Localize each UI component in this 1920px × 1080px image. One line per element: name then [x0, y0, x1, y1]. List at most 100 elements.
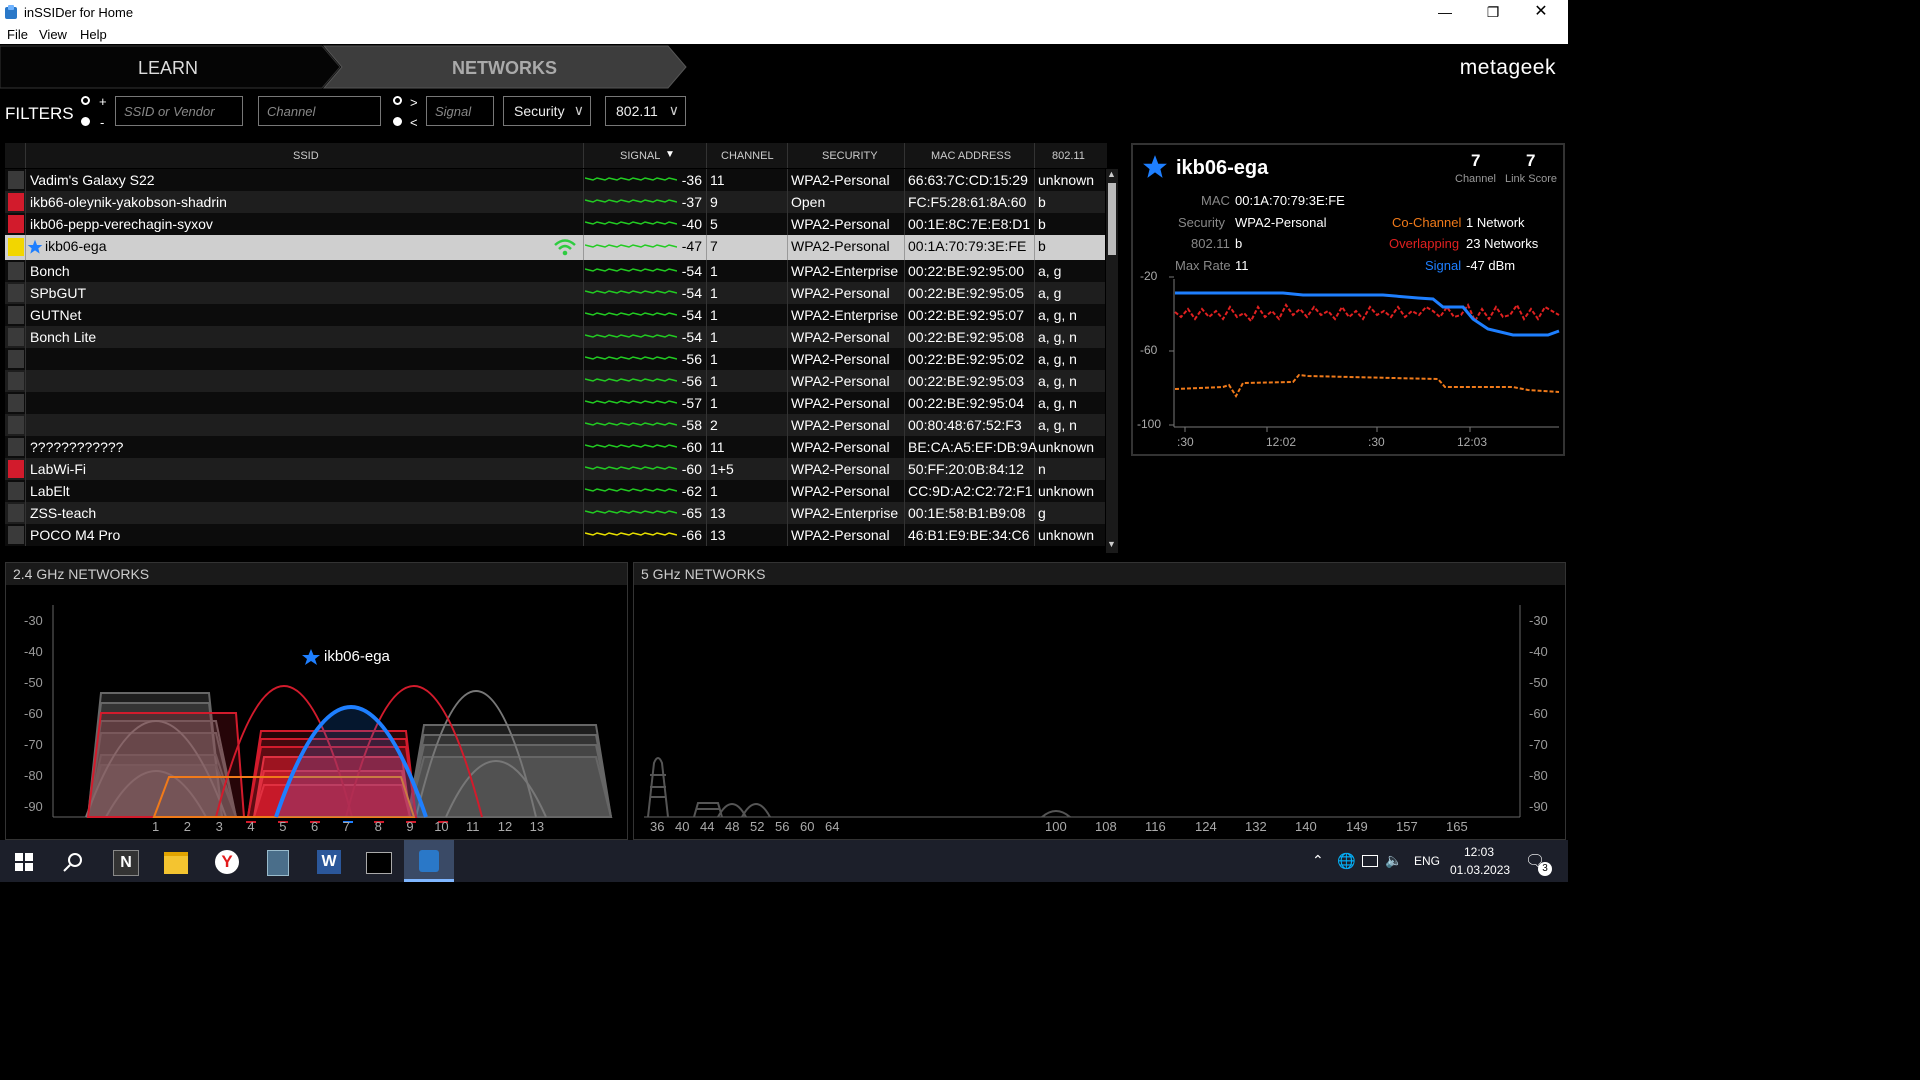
menu-file[interactable]: File	[7, 27, 28, 42]
signal-input[interactable]: Signal	[426, 96, 494, 126]
globe-icon[interactable]: 🌐	[1337, 852, 1356, 870]
inssider-taskbar-button[interactable]	[404, 840, 454, 882]
network-detail-panel: ikb06-ega 7 Channel 7 Link Score MAC 00:…	[1131, 143, 1565, 456]
menu-help[interactable]: Help	[80, 27, 107, 42]
table-row[interactable]: ???????????? -60 11 WPA2-Personal BE:CA:A5:E…	[5, 436, 1105, 458]
chevron-up-icon[interactable]: ⌃	[1312, 852, 1324, 869]
table-row[interactable]: Bonch -54 1 WPA2-Enterprise 00:22:BE:92:95:0…	[5, 260, 1105, 282]
col-security[interactable]: SECURITY	[822, 150, 878, 162]
tab-learn[interactable]: LEARN	[138, 58, 198, 79]
band-24-ytick: -90	[24, 799, 43, 814]
network-color-swatch	[8, 284, 24, 302]
band-5-xtick: 108	[1095, 819, 1117, 834]
mac-cell: FC:F5:28:61:8A:60	[908, 194, 1027, 210]
close-button[interactable]: ✕	[1518, 0, 1564, 24]
dot11-cell: a, g, n	[1038, 329, 1077, 345]
channel-cell: 1+5	[710, 461, 734, 477]
taskbar: N Y W ⌃ 🌐 🔈 ENG 12:03 01.03.2023 🗨 3	[0, 840, 1568, 882]
table-scrollbar[interactable]: ▲ ▼	[1106, 169, 1118, 553]
mac-cell: 00:1E:8C:7E:E8:D1	[908, 216, 1031, 232]
table-row[interactable]: Vadim's Galaxy S22 -36 11 WPA2-Personal 66:6…	[5, 169, 1105, 191]
signal-sparkline	[585, 378, 677, 382]
col-dot11[interactable]: 802.11	[1052, 150, 1085, 162]
signal-cell: -56	[681, 351, 702, 367]
table-row[interactable]: POCO M4 Pro -66 13 WPA2-Personal 46:B1:E9:BE…	[5, 524, 1105, 546]
col-channel[interactable]: CHANNEL	[721, 150, 774, 162]
band-5-ytick: -40	[1529, 644, 1548, 659]
file-explorer-icon[interactable]	[164, 852, 188, 874]
word-icon[interactable]: W	[317, 850, 341, 874]
ssid-include-radio[interactable]	[81, 96, 90, 105]
col-ssid[interactable]: SSID	[293, 150, 319, 162]
security-cell: WPA2-Personal	[791, 172, 890, 188]
maximize-button[interactable]: ❐	[1470, 0, 1516, 24]
table-row[interactable]: LabElt -62 1 WPA2-Personal CC:9D:A2:C2:72:F1…	[5, 480, 1105, 502]
clock-time[interactable]: 12:03	[1464, 845, 1494, 859]
network-color-swatch	[8, 262, 24, 280]
col-mac[interactable]: MAC ADDRESS	[931, 150, 1011, 162]
lt-label: <	[410, 115, 418, 130]
band-24-panel: 2.4 GHz NETWORKS ikb06-ega -30 -40 -50 -…	[5, 562, 628, 840]
band-5-xtick: 44	[700, 819, 715, 834]
col-signal[interactable]: SIGNAL	[620, 150, 660, 162]
table-row[interactable]: -56 1 WPA2-Personal 00:22:BE:92:95:02 a, g, …	[5, 348, 1105, 370]
detail-linkscore-label: Link Score	[1505, 173, 1557, 185]
table-row[interactable]: ikb06-ega -47 7 WPA2-Personal 00:1A:70:79:3E…	[5, 235, 1105, 260]
terminal-icon[interactable]	[366, 852, 392, 874]
table-row[interactable]: ZSS-teach -65 13 WPA2-Enterprise 00:1E:58:B1…	[5, 502, 1105, 524]
table-header: SSID SIGNAL ▼ CHANNEL SECURITY MAC ADDRE…	[5, 143, 1107, 168]
network-color-swatch	[8, 238, 24, 256]
table-row[interactable]: -58 2 WPA2-Personal 00:80:48:67:52:F3 a, g, …	[5, 414, 1105, 436]
minimize-button[interactable]: —	[1422, 0, 1468, 24]
notion-icon[interactable]: N	[113, 850, 139, 876]
signal-lt-radio[interactable]	[393, 117, 402, 126]
channel-input[interactable]: Channel	[258, 96, 381, 126]
battery-icon[interactable]	[1362, 855, 1378, 867]
tab-networks[interactable]: NETWORKS	[452, 58, 557, 79]
security-cell: WPA2-Personal	[791, 329, 890, 345]
active-indicator	[404, 879, 454, 882]
band-5-ytick: -30	[1529, 613, 1548, 628]
table-row[interactable]: -56 1 WPA2-Personal 00:22:BE:92:95:03 a, g, …	[5, 370, 1105, 392]
dot11-dropdown[interactable]: 802.11 ∨	[605, 96, 686, 126]
search-icon[interactable]	[63, 852, 83, 872]
signal-sparkline	[585, 290, 677, 294]
detail-mac: 00:1A:70:79:3E:FE	[1235, 193, 1345, 208]
table-row[interactable]: -57 1 WPA2-Personal 00:22:BE:92:95:04 a, g, …	[5, 392, 1105, 414]
table-row[interactable]: ikb66-oleynik-yakobson-shadrin -37 9 Open FC…	[5, 191, 1105, 213]
band-5-xtick: 100	[1045, 819, 1067, 834]
band-24-xtick: 6	[311, 819, 319, 834]
table-row[interactable]: ikb06-pepp-verechagin-syxov -40 5 WPA2-Pers…	[5, 213, 1105, 235]
detail-security: WPA2-Personal	[1235, 215, 1327, 230]
dot11-cell: b	[1038, 216, 1046, 232]
clock-date[interactable]: 01.03.2023	[1450, 863, 1510, 877]
band-24-xtick: 9	[406, 819, 414, 834]
calculator-icon[interactable]	[267, 850, 289, 876]
band-5-xtick: 40	[675, 819, 690, 834]
security-dropdown[interactable]: Security ∨	[503, 96, 591, 126]
dot11-cell: a, g, n	[1038, 417, 1077, 433]
signal-gt-radio[interactable]	[393, 96, 402, 105]
table-row[interactable]: SPbGUT -54 1 WPA2-Personal 00:22:BE:92:95:05…	[5, 282, 1105, 304]
speaker-icon[interactable]: 🔈	[1385, 852, 1402, 869]
chart-xtick: :30	[1368, 435, 1385, 449]
yandex-browser-icon[interactable]: Y	[215, 850, 239, 874]
detail-channel-label: Channel	[1455, 173, 1496, 185]
band-24-xtick: 5	[279, 819, 287, 834]
mac-cell: 00:1A:70:79:3E:FE	[908, 238, 1027, 254]
scrollbar-thumb[interactable]	[1108, 183, 1116, 255]
ssid-exclude-radio[interactable]	[81, 117, 90, 126]
band-5-xtick: 48	[725, 819, 740, 834]
menu-view[interactable]: View	[39, 27, 67, 42]
ssid-vendor-input[interactable]: SSID or Vendor	[115, 96, 243, 126]
table-row[interactable]: Bonch Lite -54 1 WPA2-Personal 00:22:BE:92:9…	[5, 326, 1105, 348]
scroll-up-icon[interactable]: ▲	[1107, 169, 1116, 179]
start-icon[interactable]	[15, 853, 33, 871]
scroll-down-icon[interactable]: ▼	[1107, 539, 1116, 549]
table-row[interactable]: GUTNet -54 1 WPA2-Enterprise 00:22:BE:92:95:…	[5, 304, 1105, 326]
language-indicator[interactable]: ENG	[1414, 854, 1440, 868]
channel-cell: 1	[710, 285, 718, 301]
channel-cell: 7	[710, 238, 718, 254]
signal-sparkline	[585, 422, 677, 426]
table-row[interactable]: LabWi-Fi -60 1+5 WPA2-Personal 50:FF:20:0B:8…	[5, 458, 1105, 480]
